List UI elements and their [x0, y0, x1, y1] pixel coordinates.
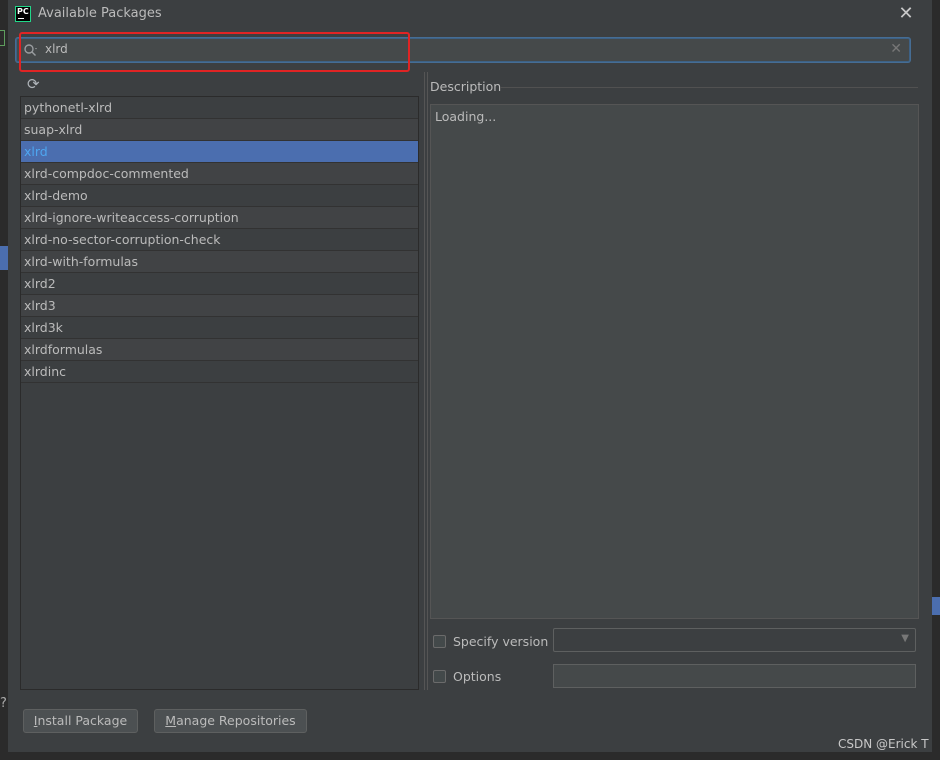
search-icon — [24, 44, 37, 56]
chevron-down-icon: ▼ — [901, 633, 909, 644]
background-ide-right — [932, 0, 940, 760]
package-list-item[interactable]: pythonetl-xlrd — [21, 97, 418, 119]
package-list-item[interactable]: xlrd-ignore-writeaccess-corruption — [21, 207, 418, 229]
package-list-item[interactable]: xlrd — [21, 141, 418, 163]
refresh-icon[interactable]: ⟳ — [27, 76, 43, 92]
title-bar: PC Available Packages ✕ — [8, 0, 932, 30]
search-value: xlrd — [45, 42, 68, 56]
package-list-item[interactable]: xlrd3 — [21, 295, 418, 317]
dialog-title: Available Packages — [38, 6, 162, 21]
package-list-item[interactable]: xlrd2 — [21, 273, 418, 295]
close-icon[interactable]: ✕ — [896, 4, 916, 24]
background-ide-bottom — [0, 752, 940, 760]
package-list-item[interactable]: suap-xlrd — [21, 119, 418, 141]
options-input[interactable] — [553, 664, 916, 688]
package-list-item[interactable]: xlrdformulas — [21, 339, 418, 361]
package-list: pythonetl-xlrd suap-xlrd xlrd xlrd-compdoc-… — [20, 96, 419, 690]
watermark: CSDN @Erick T — [838, 737, 929, 751]
specify-version-label: Specify version — [453, 634, 549, 649]
background-ide-marker — [0, 30, 5, 46]
background-ide-selection-right — [932, 597, 940, 615]
specify-version-checkbox[interactable] — [433, 635, 446, 648]
package-list-item[interactable]: xlrd-demo — [21, 185, 418, 207]
package-list-item[interactable]: xlrd-no-sector-corruption-check — [21, 229, 418, 251]
install-package-button[interactable]: Install Package — [23, 709, 138, 733]
package-list-item[interactable]: xlrd-compdoc-commented — [21, 163, 418, 185]
package-list-item[interactable]: xlrdinc — [21, 361, 418, 383]
background-help-glyph: ? — [0, 696, 7, 711]
description-text: Loading... — [435, 109, 497, 124]
pycharm-app-icon: PC — [15, 6, 31, 22]
background-ide-selection — [0, 246, 8, 270]
package-search-input[interactable]: xlrd ✕ — [16, 38, 910, 62]
clear-icon[interactable]: ✕ — [890, 41, 902, 57]
package-list-item[interactable]: xlrd3k — [21, 317, 418, 339]
description-separator — [500, 87, 918, 88]
description-panel: Loading... — [430, 104, 919, 619]
options-checkbox[interactable] — [433, 670, 446, 683]
manage-repositories-button[interactable]: Manage Repositories — [154, 709, 307, 733]
description-label: Description — [430, 79, 502, 94]
background-ide-left: ? — [0, 0, 8, 760]
splitter-handle[interactable] — [424, 72, 428, 690]
version-select[interactable]: ▼ — [553, 628, 916, 652]
options-label: Options — [453, 669, 502, 684]
package-list-item[interactable]: xlrd-with-formulas — [21, 251, 418, 273]
